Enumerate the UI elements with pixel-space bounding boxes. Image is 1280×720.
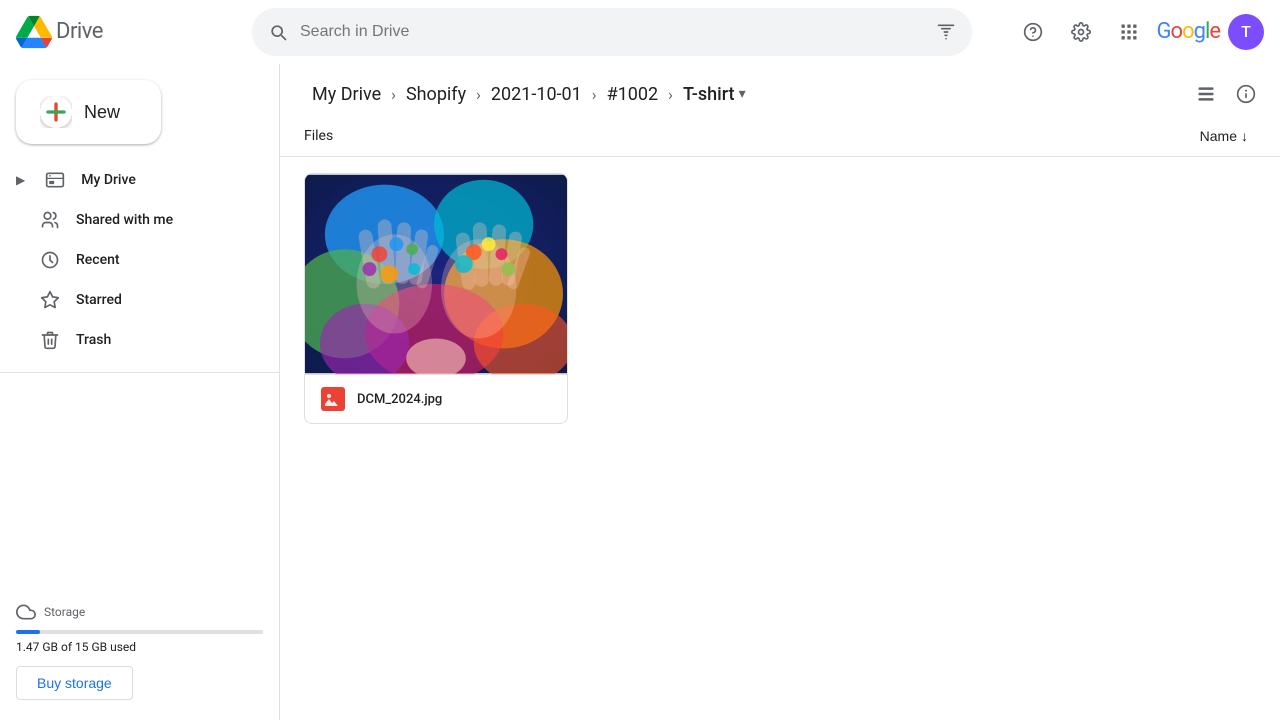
- sort-area: Name ↓: [1192, 124, 1256, 148]
- list-view-button[interactable]: [1188, 76, 1224, 112]
- breadcrumb-current[interactable]: T-shirt ▾: [675, 80, 754, 109]
- header: Drive: [0, 0, 1280, 64]
- app-title: Drive: [56, 19, 103, 44]
- list-view-icon: [1196, 84, 1216, 104]
- info-icon: [1236, 84, 1256, 104]
- sidebar-item-trash[interactable]: Trash: [0, 320, 263, 360]
- drive-logo-icon: [16, 14, 52, 50]
- file-preview-image: [305, 174, 567, 374]
- clock-icon: [40, 250, 60, 270]
- people-icon: [40, 210, 60, 230]
- files-label: Files: [304, 128, 333, 144]
- breadcrumb: My Drive › Shopify › 2021-10-01 › #1002 …: [304, 80, 754, 109]
- avatar[interactable]: T: [1228, 14, 1264, 50]
- file-thumbnail: [305, 174, 567, 374]
- new-label: New: [84, 102, 120, 123]
- google-logo-text: Google: [1157, 19, 1220, 44]
- search-filter-icon[interactable]: [936, 22, 956, 42]
- help-icon: [1023, 22, 1043, 42]
- storage-bar-background: [16, 630, 263, 634]
- file-grid: DCM_2024.jpg: [280, 157, 1280, 440]
- apps-button[interactable]: [1109, 12, 1149, 52]
- header-actions: Google T: [1013, 12, 1264, 52]
- breadcrumb-sep-1: ›: [391, 85, 396, 104]
- sort-label: Name: [1200, 128, 1237, 144]
- main-layout: New ▶ My Drive: [0, 64, 1280, 720]
- storage-label: Storage: [16, 602, 263, 622]
- search-icon: [268, 22, 288, 42]
- new-button[interactable]: New: [16, 80, 161, 144]
- sidebar-label-my-drive: My Drive: [81, 172, 136, 188]
- plus-icon: [40, 96, 72, 128]
- breadcrumb-sep-4: ›: [668, 85, 673, 104]
- file-card[interactable]: DCM_2024.jpg: [304, 173, 568, 424]
- storage-bar-fill: [16, 630, 40, 634]
- file-name: DCM_2024.jpg: [357, 392, 442, 407]
- sidebar-label-starred: Starred: [76, 292, 122, 308]
- toolbar: Files Name ↓: [280, 116, 1280, 157]
- trash-icon: [40, 330, 60, 350]
- my-drive-icon: [45, 170, 65, 190]
- breadcrumb-number[interactable]: #1002: [599, 80, 667, 109]
- gear-icon: [1071, 22, 1091, 42]
- sidebar-item-starred[interactable]: Starred: [0, 280, 263, 320]
- content-area: My Drive › Shopify › 2021-10-01 › #1002 …: [280, 64, 1280, 720]
- storage-section: Storage 1.47 GB of 15 GB used Buy storag…: [0, 590, 279, 712]
- breadcrumb-shopify[interactable]: Shopify: [398, 80, 474, 109]
- breadcrumb-sep-2: ›: [476, 85, 481, 104]
- apps-grid-icon: [1119, 22, 1139, 42]
- breadcrumb-date[interactable]: 2021-10-01: [483, 80, 590, 109]
- sidebar: New ▶ My Drive: [0, 64, 280, 720]
- logo-area[interactable]: Drive: [16, 14, 236, 50]
- help-button[interactable]: [1013, 12, 1053, 52]
- search-input[interactable]: [300, 23, 924, 41]
- chevron-down-icon: ▾: [739, 86, 746, 102]
- sidebar-label-recent: Recent: [76, 252, 120, 268]
- settings-button[interactable]: [1061, 12, 1101, 52]
- image-file-icon: [321, 387, 345, 411]
- sort-direction-icon: ↓: [1241, 128, 1248, 144]
- breadcrumb-my-drive[interactable]: My Drive: [304, 80, 389, 109]
- cloud-icon: [16, 602, 36, 622]
- view-controls: [1188, 76, 1264, 112]
- buy-storage-button[interactable]: Buy storage: [16, 666, 133, 700]
- sidebar-label-shared-with-me: Shared with me: [76, 212, 173, 228]
- google-branding: Google: [1157, 19, 1220, 44]
- breadcrumb-sep-3: ›: [592, 85, 597, 104]
- sidebar-divider: [0, 372, 279, 373]
- sidebar-label-trash: Trash: [76, 332, 111, 348]
- star-icon: [40, 290, 60, 310]
- info-button[interactable]: [1228, 76, 1264, 112]
- sidebar-item-shared-with-me[interactable]: Shared with me: [0, 200, 263, 240]
- expand-icon: ▶: [16, 173, 25, 187]
- sidebar-item-my-drive[interactable]: ▶ My Drive: [0, 160, 263, 200]
- file-info: DCM_2024.jpg: [305, 374, 567, 423]
- sort-button[interactable]: Name ↓: [1192, 124, 1256, 148]
- storage-used-text: 1.47 GB of 15 GB used: [16, 640, 263, 654]
- sidebar-item-recent[interactable]: Recent: [0, 240, 263, 280]
- search-bar: [252, 8, 972, 56]
